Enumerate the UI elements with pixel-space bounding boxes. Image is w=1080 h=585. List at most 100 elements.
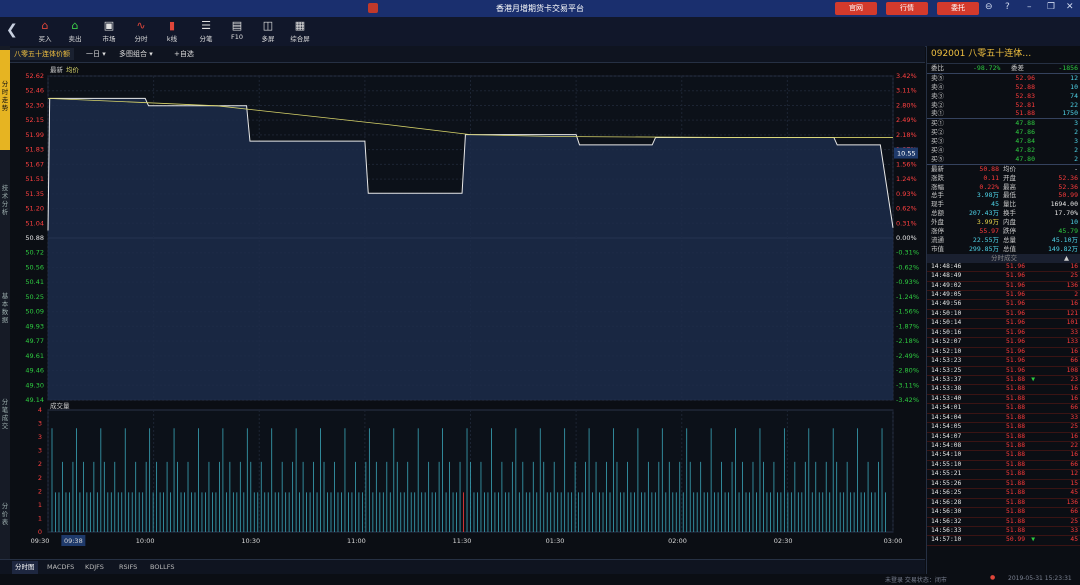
indicator-tabs: 分时图 MACDFS KDJFS RSIFS BOLLFS — [0, 559, 925, 575]
status-text: 未登录 交易状态：闭市 — [885, 577, 947, 584]
tick-row: 14:55:26 51.88 15 — [927, 480, 1080, 490]
x-tick-label: 10:00 — [136, 537, 155, 545]
quotes-button[interactable]: 行情 — [886, 2, 928, 15]
volume-tick: 2 — [38, 474, 42, 482]
y-tick-label: 49.14 — [25, 396, 44, 404]
intraday-chart[interactable]: 52.62 3.42% 52.46 3.11% 52.30 2.80% 52.15 2.49%… — [0, 62, 925, 559]
tab-intraday-chart[interactable]: 分时图 — [12, 561, 38, 574]
y-tick-label: 51.35 — [25, 190, 44, 198]
minimize-icon[interactable]: – — [1027, 2, 1032, 12]
ask-row[interactable]: 卖② 52.81 22 — [927, 101, 1080, 110]
stat-row: 涨停 55.97 跌停 45.79 — [931, 227, 1078, 236]
x-tick-label: 09:30 — [31, 537, 50, 545]
composite-button[interactable]: ▦ 综合屏 — [287, 19, 313, 43]
f10-button[interactable]: ▤ F10 — [224, 19, 250, 41]
volume-tick: 2 — [38, 460, 42, 468]
tick-row: 14:53:23 51.96 66 — [927, 357, 1080, 367]
tick-row: 14:54:08 51.88 22 — [927, 442, 1080, 452]
ask-row[interactable]: 卖⑤ 52.96 12 — [927, 74, 1080, 83]
y-pct-label: 1.24% — [896, 175, 917, 183]
y-tick-label: 51.51 — [25, 175, 44, 183]
collapse-icon[interactable]: ▲ — [1064, 254, 1069, 263]
tick-row: 14:54:04 51.88 33 — [927, 414, 1080, 424]
help-icon[interactable]: ? — [1005, 2, 1010, 12]
y-tick-label: 49.61 — [25, 352, 44, 360]
y-pct-label: -3.42% — [896, 396, 919, 404]
period-select[interactable]: 一日 ▾ — [82, 48, 110, 60]
multiscreen-button[interactable]: ◫ 多屏 — [255, 19, 281, 43]
tick-row: 14:55:21 51.88 12 — [927, 470, 1080, 480]
ask-list: 卖⑤ 52.96 12 卖④ 52.88 10 卖③ 52.83 74 卖② 52.81 22 卖① 51… — [927, 72, 1080, 118]
kline-button[interactable]: ▮ k线 — [159, 19, 185, 43]
y-pct-label: -3.11% — [896, 381, 919, 389]
bid-row[interactable]: 买③ 47.84 3 — [927, 137, 1080, 146]
y-tick-label: 52.62 — [25, 72, 44, 80]
ask-row[interactable]: 卖① 51.88 1750 — [927, 109, 1080, 118]
y-pct-label: 1.56% — [896, 160, 917, 168]
maximize-icon[interactable]: ❐ — [1047, 2, 1055, 12]
tick-row: 14:56:32 51.88 25 — [927, 518, 1080, 527]
volume-tick: 3 — [38, 433, 42, 441]
tab-rsifs[interactable]: RSIFS — [116, 561, 140, 574]
stat-row: 现手 45 量比 1694.00 — [931, 200, 1078, 209]
buy-icon: ⌂ — [41, 19, 49, 32]
close-icon[interactable]: ✕ — [1066, 2, 1074, 12]
sell-icon: ⌂ — [71, 19, 79, 32]
stats-list: 最新 50.88 均价 - 涨跌 0.11 开盘 52.36 涨幅 0.22% 最高 52.36 总手 3… — [927, 163, 1080, 254]
x-tick-label: 11:30 — [453, 537, 472, 545]
bid-row[interactable]: 买④ 47.82 2 — [927, 146, 1080, 155]
status-bar: 未登录 交易状态：闭市 ● 2019-05-31 15:23:31 — [0, 574, 1080, 585]
tick-row: 14:50:14 51.96 101 — [927, 319, 1080, 329]
y-tick-label: 50.56 — [25, 263, 44, 271]
tick-row: 14:54:05 51.88 25 — [927, 423, 1080, 433]
x-tick-label: 11:00 — [347, 537, 366, 545]
ask-row[interactable]: 卖④ 52.88 10 — [927, 83, 1080, 92]
bid-row[interactable]: 买② 47.86 2 — [927, 128, 1080, 137]
y-tick-label: 50.41 — [25, 278, 44, 286]
tab-bollfs[interactable]: BOLLFS — [147, 561, 177, 574]
order-button[interactable]: 委托 — [937, 2, 979, 15]
y-tick-label: 51.20 — [25, 205, 44, 213]
back-icon[interactable]: ❮ — [6, 22, 18, 38]
y-pct-label: 0.00% — [896, 234, 917, 242]
official-site-button[interactable]: 官网 — [835, 2, 877, 15]
sell-button[interactable]: ⌂ 卖出 — [62, 19, 88, 43]
y-tick-label: 50.72 — [25, 249, 44, 257]
buy-button[interactable]: ⌂ 买入 — [32, 19, 58, 43]
y-pct-label: -0.62% — [896, 263, 919, 271]
tick-row: 14:57:10 50.99 ▼ 45 — [927, 536, 1080, 546]
tab-macdfs[interactable]: MACDFS — [44, 561, 77, 574]
bell-icon[interactable]: ● — [990, 574, 995, 581]
ticks-button[interactable]: ☰ 分笔 — [193, 19, 219, 43]
stat-row: 总额 207.43万 换手 17.70% — [931, 209, 1078, 218]
instrument-tab[interactable]: 八零五十连体价额 — [10, 48, 74, 60]
y-tick-label: 49.93 — [25, 322, 44, 330]
market-icon: ▣ — [103, 19, 115, 32]
x-tick-label: 10:30 — [241, 537, 260, 545]
ticks-list: 14:48:46 51.96 16 14:48:49 51.96 25 14:49:02 51… — [927, 263, 1080, 546]
intraday-button[interactable]: ∿ 分时 — [128, 19, 154, 43]
toolbar: ❮ ⌂ 买入 ⌂ 卖出 ▣ 市场 ∿ 分时 ▮ k线 ☰ 分笔 ▤ F10 ◫ 多屏 ▦ 综合屏 — [0, 17, 1080, 47]
tab-kdjfs[interactable]: KDJFS — [82, 561, 107, 574]
add-watchlist-button[interactable]: +自选 — [170, 48, 198, 60]
volume-label: 成交量 — [50, 401, 70, 410]
tick-row: 14:53:37 51.88 ▼ 23 — [927, 376, 1080, 386]
bid-row[interactable]: 买① 47.88 3 — [927, 119, 1080, 128]
ask-row[interactable]: 卖③ 52.83 74 — [927, 92, 1080, 101]
y-pct-label: -0.93% — [896, 278, 919, 286]
chart-area: 52.62 3.42% 52.46 3.11% 52.30 2.80% 52.15 2.49%… — [0, 62, 925, 574]
overlay-select[interactable]: 多图组合 ▾ — [115, 48, 157, 60]
stock-code: 092001 — [931, 49, 966, 59]
bid-row[interactable]: 买⑤ 47.80 2 — [927, 155, 1080, 164]
volume-tick: 0 — [38, 528, 42, 536]
y-pct-label: 2.18% — [896, 131, 917, 139]
market-button[interactable]: ▣ 市场 — [96, 19, 122, 43]
y-tick-label: 51.83 — [25, 146, 44, 154]
tick-row: 14:56:33 51.88 33 — [927, 527, 1080, 537]
skin-icon[interactable]: ⊖ — [985, 2, 993, 12]
tick-row: 14:54:07 51.88 16 — [927, 433, 1080, 443]
tick-row: 14:50:16 51.96 33 — [927, 329, 1080, 339]
quote-panel: 092001 八零五十连体… 委比 -98.72% 委差 -1856 卖⑤ 52.… — [926, 46, 1080, 574]
tick-row: 14:49:56 51.96 16 — [927, 300, 1080, 310]
stat-row: 外盘 3.99万 内盘 10 — [931, 218, 1078, 227]
